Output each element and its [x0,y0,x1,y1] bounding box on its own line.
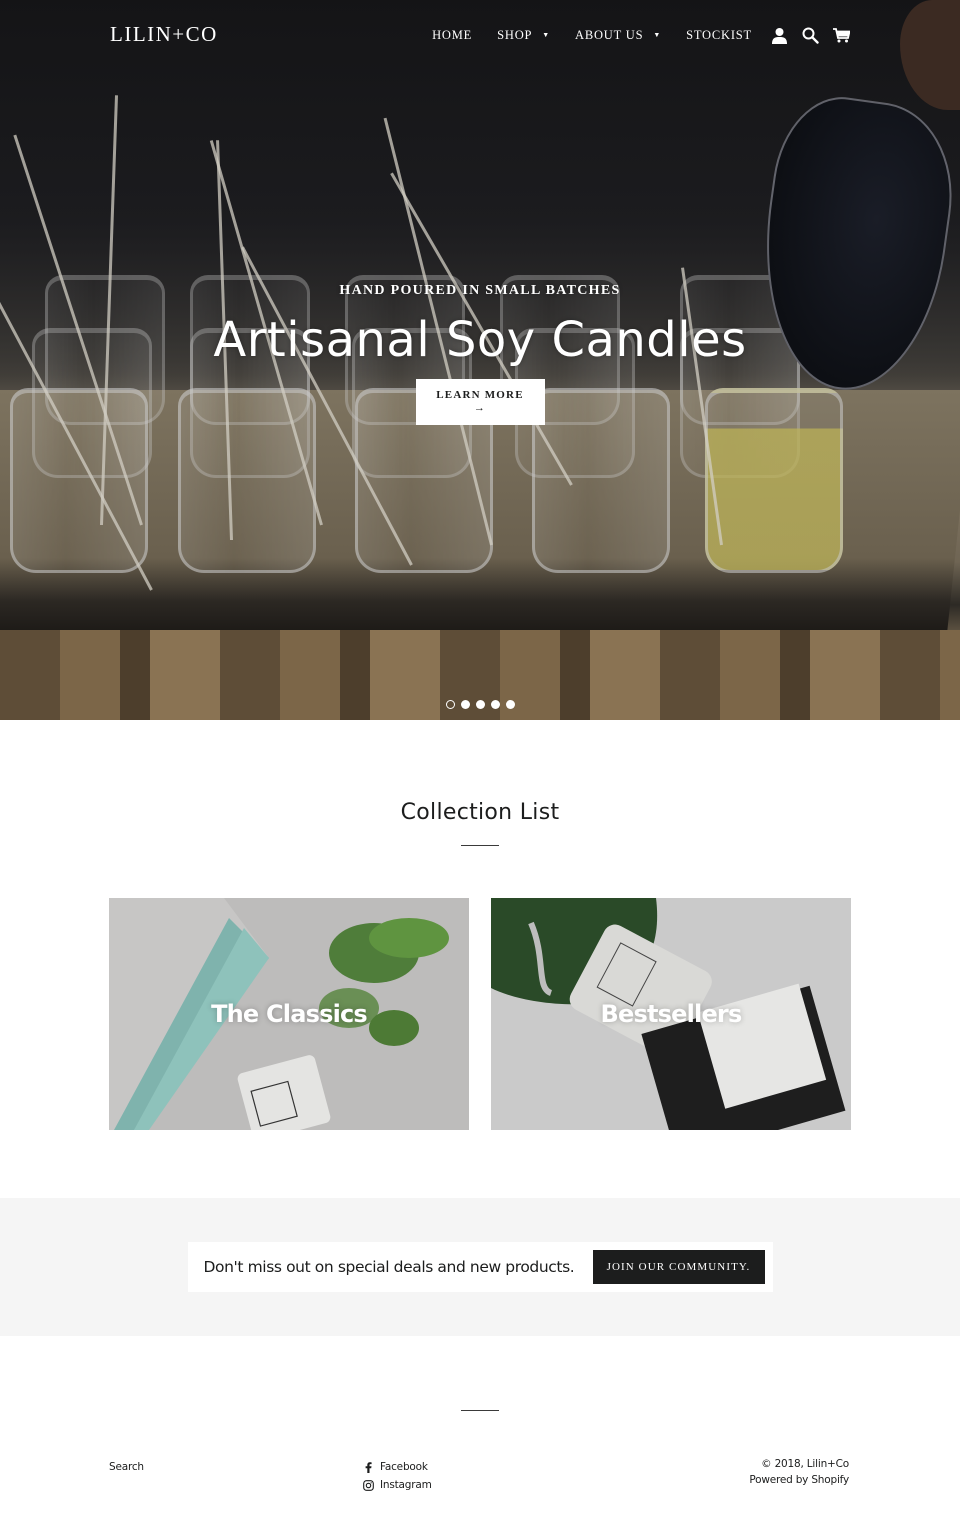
instagram-icon [363,1479,374,1491]
join-community-button[interactable]: JOIN OUR COMMUNITY. [592,1250,765,1284]
slide-dot-5[interactable] [505,700,515,709]
nav-item-label: STOCKIST [686,27,752,42]
site-footer: Search Facebook Instagram © 2018, Lilin+… [0,1336,960,1525]
powered-by-shopify-link[interactable]: Powered by Shopify [749,1474,849,1486]
cart-icon[interactable] [832,26,850,44]
slideshow-dots [0,700,960,709]
footer-link-facebook[interactable]: Facebook [363,1458,432,1476]
arrow-right-icon: → [473,402,487,414]
account-icon[interactable] [770,26,788,44]
nav-item-shop[interactable]: SHOP ▼ [497,28,550,43]
section-title: Collection List [400,800,560,825]
hero-content: HAND POURED IN SMALL BATCHES Artisanal S… [0,283,960,425]
site-header: LILIN+CO HOME SHOP ▼ ABOUT US ▼ STOCKIST [0,0,960,70]
slide-dot-1[interactable] [445,700,455,709]
learn-more-label: LEARN MORE [436,389,524,401]
copyright-text: © 2018, Lilin+Co [761,1458,849,1470]
nav-item-label: HOME [432,27,473,42]
slide-dot-4[interactable] [490,700,500,709]
search-icon[interactable] [801,26,819,44]
slide-dot-2[interactable] [460,700,470,709]
newsletter-box: Don't miss out on special deals and new … [187,1242,773,1292]
nav-item-label: SHOP [497,27,533,42]
footer-link-label: Instagram [380,1479,432,1491]
footer-divider [461,1410,499,1411]
newsletter-section: Don't miss out on special deals and new … [0,1198,960,1336]
hero-subheading: HAND POURED IN SMALL BATCHES [339,283,621,298]
nav-item-label: ABOUT US [575,27,644,42]
footer-social: Facebook Instagram [363,1458,432,1494]
collection-title: The Classics [211,1000,368,1028]
chevron-down-icon: ▼ [542,31,551,39]
hero-slideshow: LILIN+CO HOME SHOP ▼ ABOUT US ▼ STOCKIST [0,0,960,720]
hero-title: Artisanal Soy Candles [213,312,747,368]
header-icons [770,26,850,44]
nav-item-stockist[interactable]: STOCKIST [686,28,752,43]
nav-item-about-us[interactable]: ABOUT US ▼ [575,28,661,43]
footer-links: Search [109,1458,144,1476]
main-nav: HOME SHOP ▼ ABOUT US ▼ STOCKIST [432,26,850,44]
slide-dot-3[interactable] [475,700,485,709]
collection-title: Bestsellers [600,1000,743,1028]
footer-link-instagram[interactable]: Instagram [363,1476,432,1494]
collection-grid: The Classics Bestsellers [109,898,851,1130]
facebook-icon [363,1461,374,1473]
newsletter-text: Don't miss out on special deals and new … [203,1258,575,1276]
chevron-down-icon: ▼ [653,31,662,39]
title-divider [461,845,499,846]
footer-link-label: Facebook [380,1461,428,1473]
footer-legal: © 2018, Lilin+Co Powered by Shopify [749,1458,849,1490]
nav-item-home[interactable]: HOME [432,28,472,43]
collection-card-bestsellers[interactable]: Bestsellers [491,898,851,1130]
collection-list-section: Collection List The Classics Bestsellers [0,720,960,1198]
learn-more-button[interactable]: LEARN MORE → [415,379,545,425]
footer-link-search[interactable]: Search [109,1458,144,1476]
collection-card-the-classics[interactable]: The Classics [109,898,469,1130]
site-logo[interactable]: LILIN+CO [110,22,218,47]
